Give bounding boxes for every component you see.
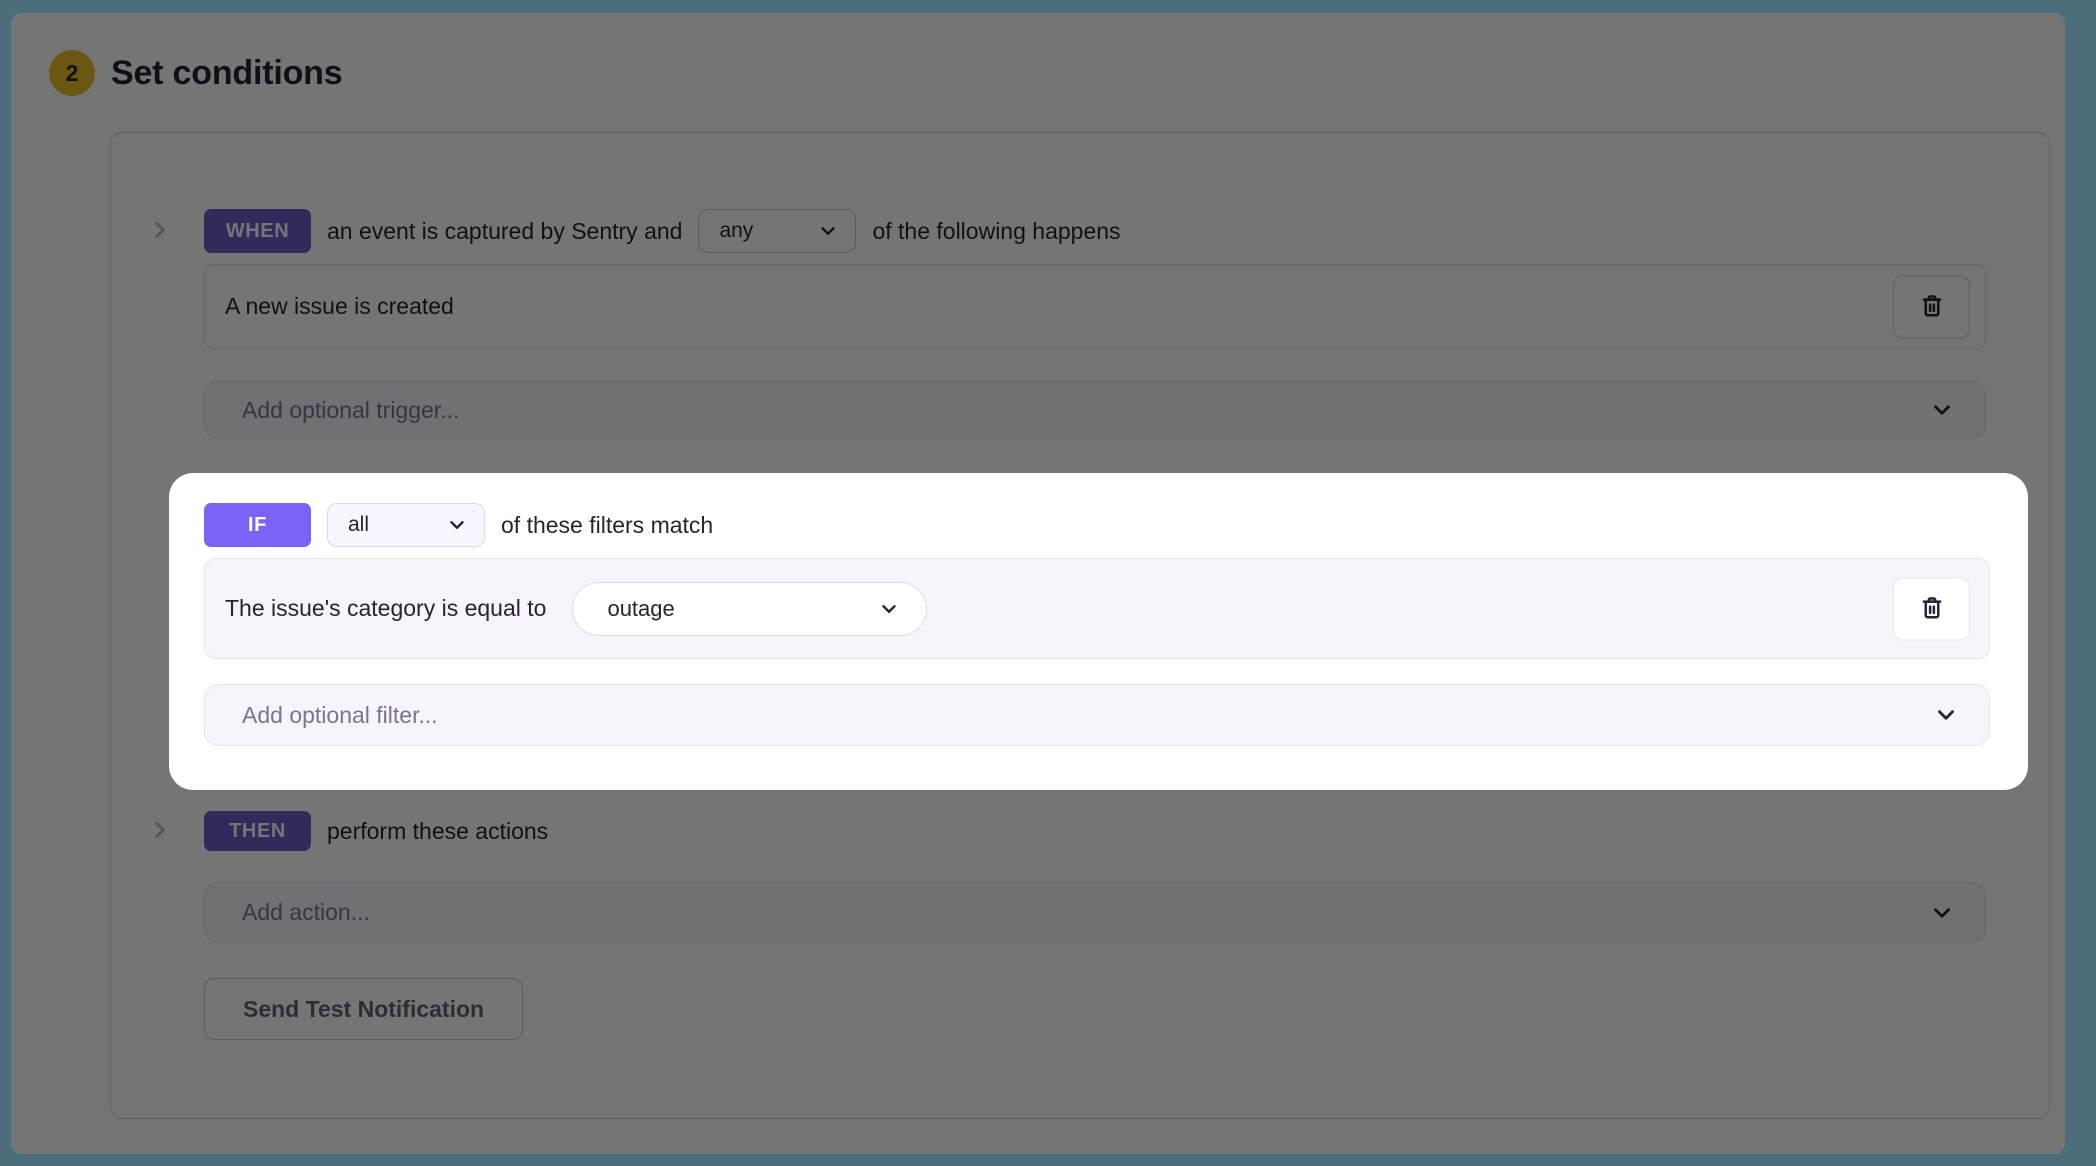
when-text-before: an event is captured by Sentry and [327,217,683,244]
add-action-placeholder: Add action... [242,899,370,925]
when-match-select[interactable]: any [698,209,857,253]
then-text-after: perform these actions [327,817,549,844]
delete-condition-button[interactable] [1893,275,1970,338]
add-optional-trigger-select[interactable]: Add optional trigger... [204,381,1986,439]
step-number-badge: 2 [49,50,95,96]
chevron-down-icon [1934,907,1950,918]
chevron-down-icon [1934,405,1950,415]
delete-filter-button[interactable] [1893,577,1970,640]
chevron-down-icon [450,521,464,529]
when-match-select-value: any [719,219,754,242]
if-match-select[interactable]: all [327,503,485,547]
if-badge: IF [204,503,311,547]
chevron-down-icon [882,604,897,613]
chevron-right-icon[interactable] [149,219,171,241]
filter-row: The issue's category is equal to outage [204,558,1990,659]
add-filter-placeholder: Add optional filter... [242,701,438,728]
chevron-down-icon [821,227,836,235]
add-action-select[interactable]: Add action... [204,882,1986,943]
if-match-select-value: all [348,513,370,536]
page-header: 2 Set conditions [49,50,343,96]
send-test-notification-button[interactable]: Send Test Notification [204,978,524,1040]
filter-value-select-value: outage [607,595,675,621]
when-badge: WHEN [204,209,311,253]
page-title: Set conditions [111,53,343,92]
conditions-panel: WHEN an event is captured by Sentry and … [110,132,2050,1119]
then-label-row: THEN perform these actions [204,811,548,851]
alert-conditions-page: 2 Set conditions WHEN an event is captur… [11,13,2065,1154]
filter-value-select[interactable]: outage [572,581,928,636]
trash-icon [1922,295,1941,317]
when-text-after: of the following happens [872,217,1121,244]
screenshot-frame: 2 Set conditions WHEN an event is captur… [0,0,2096,1166]
then-badge: THEN [204,811,311,851]
when-label-row: WHEN an event is captured by Sentry and … [204,209,1121,253]
if-label-row: IF all of these filters match [204,503,713,547]
when-condition-row: A new issue is created [204,264,1986,349]
chevron-right-icon[interactable] [149,819,171,841]
add-trigger-placeholder: Add optional trigger... [242,396,460,423]
condition-label: A new issue is created [225,293,454,319]
filter-label: The issue's category is equal to [225,595,547,621]
chevron-down-icon [1938,710,1954,720]
if-text-after: of these filters match [501,511,714,538]
add-optional-filter-select[interactable]: Add optional filter... [204,684,1990,746]
trash-icon [1922,597,1941,619]
if-section-spotlight: IF all of these filters match The issue'… [169,473,2028,790]
